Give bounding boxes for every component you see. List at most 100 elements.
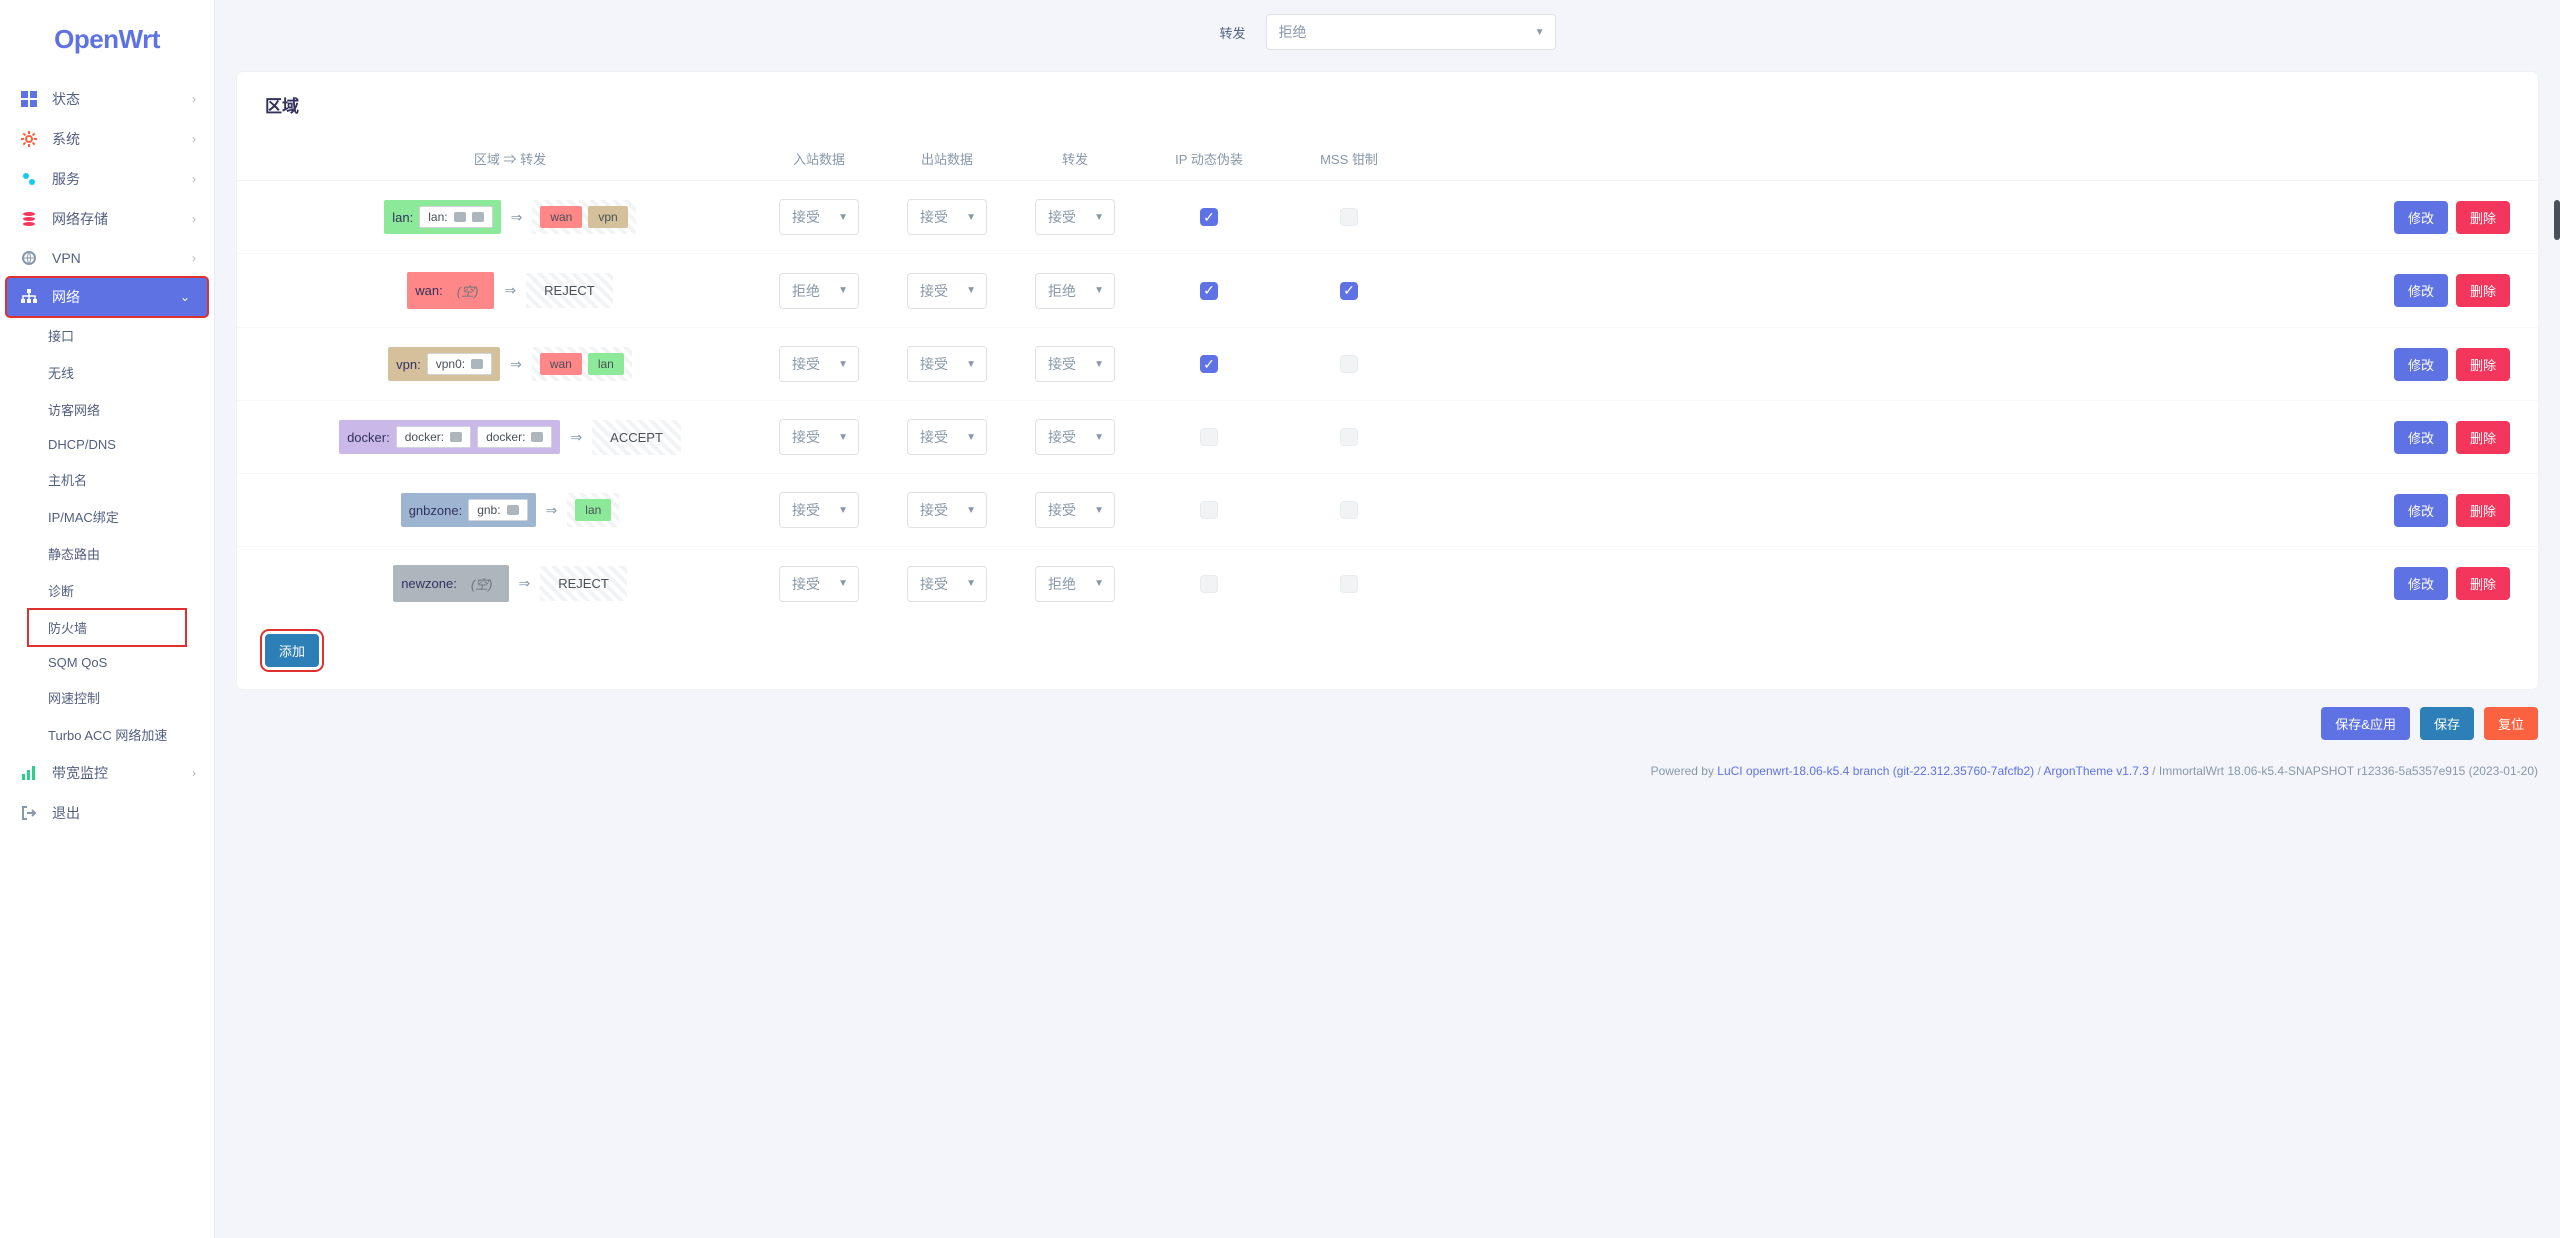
reset-button[interactable]: 复位 xyxy=(2484,707,2538,740)
fwd-select[interactable]: 接受▼ xyxy=(1035,492,1115,528)
masq-checkbox[interactable]: ✓ xyxy=(1200,282,1218,300)
table-row: newzone:(空)⇒REJECT接受▼接受▼拒绝▼修改删除 xyxy=(237,547,2538,620)
subnav-speed[interactable]: 网速控制 xyxy=(0,679,214,716)
caret-down-icon: ▼ xyxy=(966,212,976,223)
subnav-sqm[interactable]: SQM QoS xyxy=(0,646,214,679)
subnav-hostnames[interactable]: 主机名 xyxy=(0,461,214,498)
chevron-right-icon: › xyxy=(192,92,196,106)
zone-dest-wrap: ACCEPT xyxy=(592,420,681,455)
nav-network[interactable]: 网络 ⌄ xyxy=(6,277,208,317)
fwd-select[interactable]: 接受▼ xyxy=(1035,346,1115,382)
masq-checkbox[interactable]: ✓ xyxy=(1200,355,1218,373)
subnav-firewall[interactable]: 防火墙 xyxy=(28,609,186,646)
fwd-select[interactable]: 接受▼ xyxy=(1035,419,1115,455)
footer-link-luci[interactable]: LuCI openwrt-18.06-k5.4 branch (git-22.3… xyxy=(1717,764,2034,778)
interface-icon xyxy=(454,212,466,222)
in-select[interactable]: 接受▼ xyxy=(779,199,859,235)
forward-select[interactable]: 拒绝 ▼ xyxy=(1266,14,1556,50)
add-button[interactable]: 添加 xyxy=(265,634,319,667)
zone-dest-wrap: lan xyxy=(567,493,619,527)
footer-link-theme[interactable]: ArgonTheme v1.7.3 xyxy=(2044,764,2149,778)
gear-icon xyxy=(20,130,38,148)
select-value: 接受 xyxy=(1048,427,1076,447)
out-select[interactable]: 接受▼ xyxy=(907,492,987,528)
subnav-routes[interactable]: 静态路由 xyxy=(0,535,214,572)
edit-button[interactable]: 修改 xyxy=(2394,494,2448,527)
subnav-interfaces[interactable]: 接口 xyxy=(0,317,214,354)
mss-checkbox[interactable]: ✓ xyxy=(1340,282,1358,300)
chevron-right-icon: › xyxy=(192,172,196,186)
scrollbar-handle[interactable] xyxy=(2554,200,2560,240)
select-value: 拒绝 xyxy=(792,281,820,301)
delete-button[interactable]: 删除 xyxy=(2456,421,2510,454)
out-select[interactable]: 接受▼ xyxy=(907,566,987,602)
out-select[interactable]: 接受▼ xyxy=(907,199,987,235)
mss-checkbox[interactable] xyxy=(1340,355,1358,373)
in-select[interactable]: 接受▼ xyxy=(779,566,859,602)
zone-source-badge: vpn:vpn0: xyxy=(388,347,500,381)
out-select[interactable]: 接受▼ xyxy=(907,346,987,382)
edit-button[interactable]: 修改 xyxy=(2394,201,2448,234)
subnav-guest[interactable]: 访客网络 xyxy=(0,391,214,428)
edit-button[interactable]: 修改 xyxy=(2394,348,2448,381)
edit-button[interactable]: 修改 xyxy=(2394,567,2448,600)
subnav-dhcpdns[interactable]: DHCP/DNS xyxy=(0,428,214,461)
card-title: 区域 xyxy=(237,72,2538,137)
edit-button[interactable]: 修改 xyxy=(2394,274,2448,307)
select-value: 接受 xyxy=(920,281,948,301)
delete-button[interactable]: 删除 xyxy=(2456,567,2510,600)
zone-dest-badge: wan xyxy=(540,353,582,375)
delete-button[interactable]: 删除 xyxy=(2456,348,2510,381)
subnav-diag[interactable]: 诊断 xyxy=(0,572,214,609)
delete-button[interactable]: 删除 xyxy=(2456,274,2510,307)
nav-system[interactable]: 系统 › xyxy=(0,119,214,159)
nav-logout[interactable]: 退出 xyxy=(0,793,214,833)
mss-checkbox[interactable] xyxy=(1340,501,1358,519)
nav-bandwidth[interactable]: 带宽监控 › xyxy=(0,753,214,793)
delete-button[interactable]: 删除 xyxy=(2456,201,2510,234)
mss-checkbox[interactable] xyxy=(1340,575,1358,593)
nav-status[interactable]: 状态 › xyxy=(0,79,214,119)
nav-vpn[interactable]: VPN › xyxy=(0,239,214,277)
chevron-right-icon: › xyxy=(192,251,196,265)
caret-down-icon: ▼ xyxy=(838,432,848,443)
select-value: 拒绝 xyxy=(1279,22,1307,42)
out-select[interactable]: 接受▼ xyxy=(907,419,987,455)
zone-interface: docker: xyxy=(477,426,552,448)
zone-dest-wrap: wanvpn xyxy=(532,200,635,234)
table-row: lan:lan:⇒wanvpn接受▼接受▼接受▼✓修改删除 xyxy=(237,181,2538,254)
arrow-icon: ⇒ xyxy=(510,356,522,373)
select-value: 接受 xyxy=(920,500,948,520)
edit-button[interactable]: 修改 xyxy=(2394,421,2448,454)
delete-button[interactable]: 删除 xyxy=(2456,494,2510,527)
masq-checkbox[interactable] xyxy=(1200,575,1218,593)
zone-interface: lan: xyxy=(419,206,492,228)
caret-down-icon: ▼ xyxy=(1094,359,1104,370)
in-select[interactable]: 接受▼ xyxy=(779,492,859,528)
subnav-ipmac[interactable]: IP/MAC绑定 xyxy=(0,498,214,535)
chevron-right-icon: › xyxy=(192,212,196,226)
nav-services[interactable]: 服务 › xyxy=(0,159,214,199)
sidebar: OpenWrt 状态 › 系统 › 服务 › xyxy=(0,0,215,1238)
save-apply-button[interactable]: 保存&应用 xyxy=(2321,707,2410,740)
masq-checkbox[interactable]: ✓ xyxy=(1200,208,1218,226)
out-select[interactable]: 接受▼ xyxy=(907,273,987,309)
mss-checkbox[interactable] xyxy=(1340,208,1358,226)
nav-nas[interactable]: 网络存储 › xyxy=(0,199,214,239)
subnav-turbo[interactable]: Turbo ACC 网络加速 xyxy=(0,716,214,753)
masq-checkbox[interactable] xyxy=(1200,428,1218,446)
mss-checkbox[interactable] xyxy=(1340,428,1358,446)
select-value: 拒绝 xyxy=(1048,281,1076,301)
fwd-select[interactable]: 拒绝▼ xyxy=(1035,566,1115,602)
masq-checkbox[interactable] xyxy=(1200,501,1218,519)
table-header: 区域 ⇒ 转发 入站数据 出站数据 转发 IP 动态伪装 MSS 钳制 xyxy=(237,137,2538,181)
save-button[interactable]: 保存 xyxy=(2420,707,2474,740)
in-select[interactable]: 接受▼ xyxy=(779,419,859,455)
subnav-wireless[interactable]: 无线 xyxy=(0,354,214,391)
fwd-select[interactable]: 拒绝▼ xyxy=(1035,273,1115,309)
zone-source-badge: newzone:(空) xyxy=(393,565,508,602)
table-row: gnbzone:gnb:⇒lan接受▼接受▼接受▼修改删除 xyxy=(237,474,2538,547)
in-select[interactable]: 接受▼ xyxy=(779,346,859,382)
in-select[interactable]: 拒绝▼ xyxy=(779,273,859,309)
fwd-select[interactable]: 接受▼ xyxy=(1035,199,1115,235)
